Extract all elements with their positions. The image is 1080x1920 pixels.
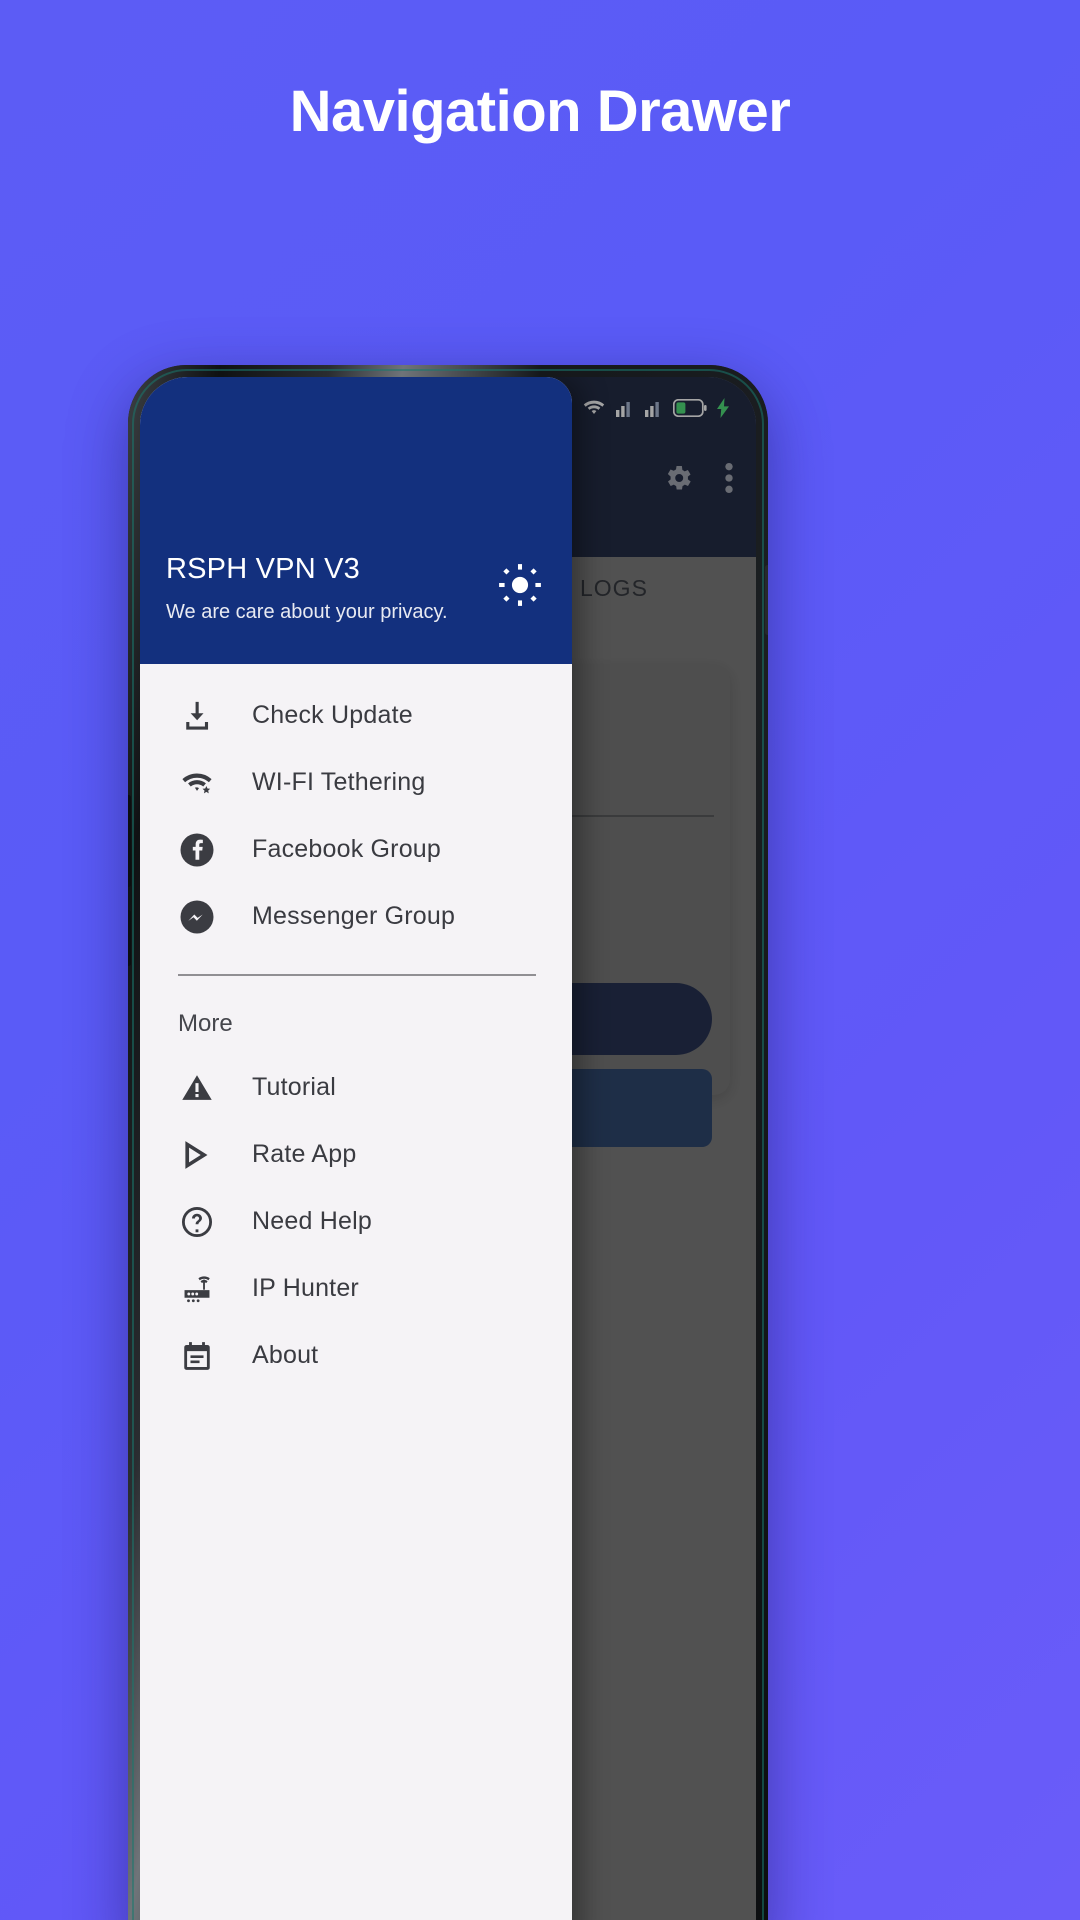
- drawer-item-check-update[interactable]: Check Update: [140, 682, 572, 749]
- note-icon: [178, 1339, 216, 1373]
- messenger-icon: [178, 899, 216, 935]
- drawer-item-facebook-group[interactable]: Facebook Group: [140, 816, 572, 883]
- power-button[interactable]: [128, 910, 131, 966]
- drawer-item-messenger-group[interactable]: Messenger Group: [140, 883, 572, 950]
- drawer-section-more: More: [178, 1010, 233, 1037]
- page-title: Navigation Drawer: [289, 79, 791, 144]
- drawer-item-list: Check Update WI-FI Tethering Facebook Gr…: [140, 664, 572, 1389]
- wifi-star-icon: [178, 766, 216, 800]
- question-circle-icon: [178, 1205, 216, 1239]
- drawer-item-label: Rate App: [252, 1140, 357, 1168]
- drawer-app-title: RSPH VPN V3: [166, 553, 360, 585]
- drawer-item-label: Tutorial: [252, 1073, 337, 1101]
- warning-triangle-icon: [178, 1071, 216, 1105]
- drawer-item-label: WI-FI Tethering: [252, 768, 426, 796]
- drawer-item-label: About: [252, 1341, 319, 1369]
- google-play-icon: [178, 1138, 216, 1172]
- navigation-drawer: RSPH VPN V3 We are care about your priva…: [140, 377, 572, 1920]
- phone-screen: 8:55: [140, 377, 756, 1920]
- drawer-item-tutorial[interactable]: Tutorial: [140, 1054, 572, 1121]
- drawer-item-need-help[interactable]: Need Help: [140, 1188, 572, 1255]
- phone-mockup: 8:55: [128, 365, 768, 1920]
- drawer-item-rate-app[interactable]: Rate App: [140, 1121, 572, 1188]
- facebook-icon: [178, 832, 216, 868]
- drawer-item-ip-hunter[interactable]: IP Hunter: [140, 1255, 572, 1322]
- drawer-item-label: Need Help: [252, 1207, 372, 1235]
- drawer-item-label: IP Hunter: [252, 1274, 359, 1302]
- router-icon: [178, 1272, 216, 1306]
- drawer-item-label: Messenger Group: [252, 902, 456, 930]
- drawer-app-subtitle: We are care about your privacy.: [166, 601, 448, 623]
- screenshot-root: Navigation Drawer 8:55: [0, 0, 1080, 1920]
- sun-icon[interactable]: [498, 563, 542, 612]
- drawer-divider: [178, 974, 536, 976]
- download-icon: [178, 699, 216, 733]
- volume-button[interactable]: [128, 795, 131, 887]
- right-side-button[interactable]: [765, 565, 768, 635]
- drawer-item-about[interactable]: About: [140, 1322, 572, 1389]
- drawer-item-label: Facebook Group: [252, 835, 442, 863]
- drawer-item-label: Check Update: [252, 701, 413, 729]
- drawer-item-wifi-tethering[interactable]: WI-FI Tethering: [140, 749, 572, 816]
- drawer-header: RSPH VPN V3 We are care about your priva…: [140, 377, 572, 664]
